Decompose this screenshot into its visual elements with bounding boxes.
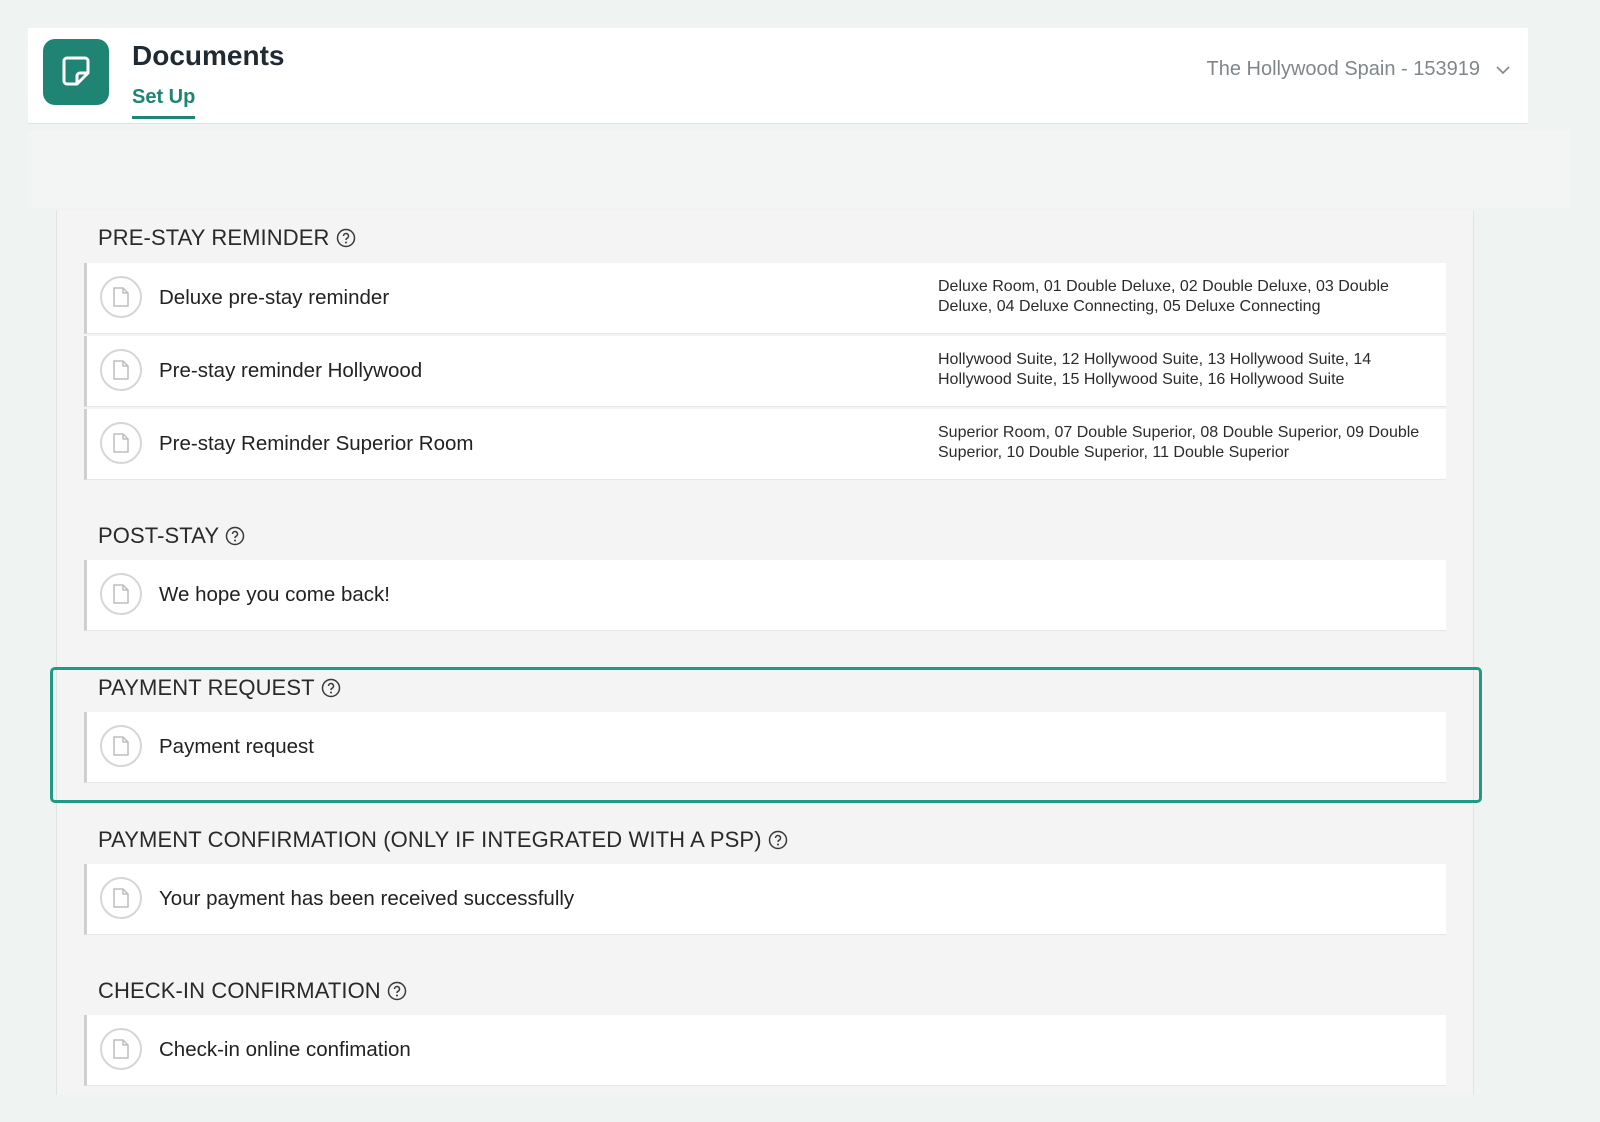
document-name: Payment request (159, 735, 314, 758)
document-row[interactable]: Deluxe pre-stay reminder Deluxe Room, 01… (84, 263, 1446, 334)
document-row[interactable]: Payment request (84, 712, 1446, 783)
section-title-text: PAYMENT CONFIRMATION (ONLY IF INTEGRATED… (98, 827, 762, 852)
document-row[interactable]: Check-in online confimation (84, 1015, 1446, 1086)
document-name: We hope you come back! (159, 583, 390, 606)
file-icon (100, 877, 142, 919)
file-icon (100, 573, 142, 615)
help-icon[interactable] (225, 526, 245, 546)
document-name: Your payment has been received successfu… (159, 887, 575, 910)
file-icon (100, 422, 142, 464)
section-title-text: CHECK-IN CONFIRMATION (98, 978, 381, 1003)
help-icon[interactable] (321, 678, 341, 698)
section-title-text: PRE-STAY REMINDER (98, 225, 330, 250)
file-icon (100, 725, 142, 767)
hotel-selector[interactable]: The Hollywood Spain - 153919 (1206, 58, 1510, 81)
document-row[interactable]: Pre-stay Reminder Superior Room Superior… (84, 409, 1446, 480)
toolbar-area (28, 130, 1570, 208)
document-name: Pre-stay reminder Hollywood (159, 359, 423, 382)
document-name: Deluxe pre-stay reminder (159, 286, 390, 309)
section-title-text: PAYMENT REQUEST (98, 675, 315, 700)
help-icon[interactable] (387, 981, 407, 1001)
document-row[interactable]: We hope you come back! (84, 560, 1446, 631)
file-icon (100, 276, 142, 318)
tab-set-up[interactable]: Set Up (132, 86, 196, 119)
help-icon[interactable] (336, 228, 356, 248)
page-title: Documents (132, 40, 285, 71)
section-title-post-stay: POST-STAY (98, 523, 245, 549)
section-title-payment-confirmation: PAYMENT CONFIRMATION (ONLY IF INTEGRATED… (98, 827, 788, 853)
document-icon (43, 39, 109, 105)
app-header: Documents Set Up The Hollywood Spain - 1… (28, 28, 1528, 124)
document-name: Pre-stay Reminder Superior Room (159, 432, 474, 455)
hotel-selector-label: The Hollywood Spain - 153919 (1206, 58, 1480, 80)
help-icon[interactable] (768, 830, 788, 850)
chevron-down-icon (1496, 58, 1510, 81)
section-title-pre-stay: PRE-STAY REMINDER (98, 225, 356, 251)
file-icon (100, 349, 142, 391)
room-types: Superior Room, 07 Double Superior, 08 Do… (938, 424, 1420, 461)
section-title-check-in-confirmation: CHECK-IN CONFIRMATION (98, 978, 407, 1004)
section-title-payment-request: PAYMENT REQUEST (98, 675, 341, 701)
room-types: Hollywood Suite, 12 Hollywood Suite, 13 … (938, 351, 1372, 388)
room-types: Deluxe Room, 01 Double Deluxe, 02 Double… (938, 278, 1389, 315)
section-title-text: POST-STAY (98, 523, 220, 548)
file-icon (100, 1028, 142, 1070)
document-row[interactable]: Pre-stay reminder Hollywood Hollywood Su… (84, 336, 1446, 407)
document-name: Check-in online confimation (159, 1038, 411, 1061)
document-row[interactable]: Your payment has been received successfu… (84, 864, 1446, 935)
